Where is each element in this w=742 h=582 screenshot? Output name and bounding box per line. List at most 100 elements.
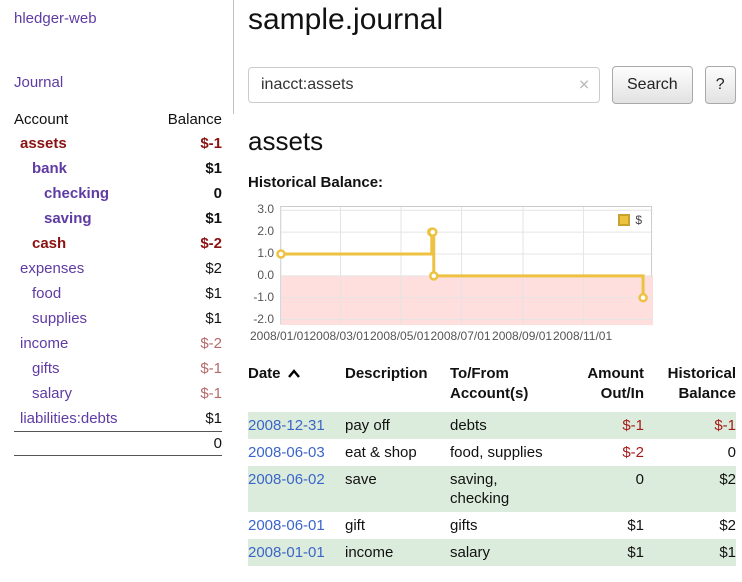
main-content: sample.journal ✕ Search ? assets Histori… bbox=[248, 0, 740, 566]
register-description-cell: save bbox=[345, 466, 450, 512]
x-tick-label: 2008/07/01 bbox=[430, 329, 492, 343]
chart-plot-area: $ bbox=[280, 206, 652, 324]
date-link[interactable]: 2008-06-01 bbox=[248, 517, 325, 534]
search-input[interactable] bbox=[248, 67, 600, 103]
sidebar-item-journal[interactable]: Journal bbox=[14, 74, 222, 91]
y-tick-label: 3.0 bbox=[248, 202, 274, 216]
y-tick-label: 1.0 bbox=[248, 246, 274, 260]
date-link[interactable]: 2008-06-03 bbox=[248, 444, 325, 461]
register-date-cell: 2008-01-01 bbox=[248, 539, 345, 566]
account-link-salary[interactable]: salary bbox=[32, 381, 72, 406]
y-tick-label: -1.0 bbox=[248, 290, 274, 304]
register-body: 2008-12-31pay offdebts$-1$-1 2008-06-03 ea… bbox=[248, 412, 736, 566]
account-balance: $-1 bbox=[200, 381, 222, 406]
register-accounts-cell: salary bbox=[450, 539, 560, 566]
account-link-income[interactable]: income bbox=[20, 331, 68, 356]
search-field-wrap: ✕ bbox=[248, 67, 600, 103]
legend-swatch-icon bbox=[618, 214, 630, 226]
date-link[interactable]: 2008-01-01 bbox=[248, 544, 325, 561]
register-amount-cell: $1 bbox=[560, 539, 644, 566]
account-balance: $-2 bbox=[200, 231, 222, 256]
accounts-header-account: Account bbox=[14, 109, 68, 131]
account-row: bank $1 bbox=[14, 156, 222, 181]
account-balance: $-1 bbox=[200, 131, 222, 156]
account-link-gifts[interactable]: gifts bbox=[32, 356, 60, 381]
register-amount-cell: 0 bbox=[560, 466, 644, 512]
register-description-cell: income bbox=[345, 539, 450, 566]
account-balance: $1 bbox=[205, 406, 222, 431]
account-row: cash $-2 bbox=[14, 231, 222, 256]
account-tree: assets $-1 bank $1 checking 0 saving $1 cash $-2 e… bbox=[14, 131, 222, 431]
account-balance: $1 bbox=[205, 281, 222, 306]
chart-title: Historical Balance: bbox=[248, 174, 740, 192]
sidebar-divider bbox=[233, 0, 234, 114]
register-row: 2008-12-31pay offdebts$-1$-1 bbox=[248, 412, 736, 439]
y-tick-label: -2.0 bbox=[248, 312, 274, 326]
y-tick-label: 0.0 bbox=[248, 268, 274, 282]
chart-legend: $ bbox=[615, 212, 645, 228]
register-row: 2008-06-03 eat & shopfood, supplies$-20 bbox=[248, 439, 736, 466]
account-link-assets[interactable]: assets bbox=[20, 131, 67, 156]
account-balance: $-1 bbox=[200, 356, 222, 381]
search-bar: ✕ Search ? bbox=[248, 66, 740, 104]
account-link-saving[interactable]: saving bbox=[44, 206, 92, 231]
register-date-cell: 2008-12-31 bbox=[248, 412, 345, 439]
account-balance: $1 bbox=[205, 156, 222, 181]
column-header-accounts: To/From Account(s) bbox=[450, 364, 560, 412]
account-balance: $1 bbox=[205, 206, 222, 231]
clear-search-icon[interactable]: ✕ bbox=[578, 77, 590, 94]
register-row: 2008-01-01incomesalary$1$1 bbox=[248, 539, 736, 566]
account-heading: assets bbox=[248, 126, 740, 156]
account-row: liabilities:debts $1 bbox=[14, 406, 222, 431]
help-button[interactable]: ? bbox=[705, 66, 736, 104]
register-date-cell: 2008-06-02 bbox=[248, 466, 345, 512]
account-row: food $1 bbox=[14, 281, 222, 306]
register-header-row: Date Description To/From Account(s) Amou… bbox=[248, 364, 736, 412]
column-header-balance: Historical Balance bbox=[644, 364, 736, 412]
accounts-header: Account Balance bbox=[14, 109, 222, 131]
search-button[interactable]: Search bbox=[612, 66, 693, 104]
account-link-bank[interactable]: bank bbox=[32, 156, 67, 181]
balance-chart: $ 3.02.01.00.0-1.0-2.02008/01/012008/03/… bbox=[248, 204, 688, 346]
account-link-food[interactable]: food bbox=[32, 281, 61, 306]
register-balance-cell: 0 bbox=[644, 439, 736, 466]
x-tick-label: 2008/05/01 bbox=[369, 329, 431, 343]
register-amount-cell: $-1 bbox=[560, 412, 644, 439]
account-balance: $1 bbox=[205, 306, 222, 331]
register-amount-cell: $1 bbox=[560, 512, 644, 539]
register-accounts-cell: food, supplies bbox=[450, 439, 560, 466]
date-link[interactable]: 2008-12-31 bbox=[248, 417, 325, 434]
date-header-label: Date bbox=[248, 365, 281, 382]
account-link-expenses[interactable]: expenses bbox=[20, 256, 84, 281]
date-link[interactable]: 2008-06-02 bbox=[248, 471, 325, 488]
register-balance-cell: $2 bbox=[644, 466, 736, 512]
register-date-cell: 2008-06-01 bbox=[248, 512, 345, 539]
account-balance: 0 bbox=[214, 181, 222, 206]
account-row: income$-2 bbox=[14, 331, 222, 356]
y-tick-label: 2.0 bbox=[248, 224, 274, 238]
x-tick-label: 2008/09/01 bbox=[491, 329, 553, 343]
x-tick-label: 2008/03/01 bbox=[308, 329, 370, 343]
account-balance: $2 bbox=[205, 256, 222, 281]
account-link-checking[interactable]: checking bbox=[44, 181, 109, 206]
register-description-cell: eat & shop bbox=[345, 439, 450, 466]
register-amount-cell: $-2 bbox=[560, 439, 644, 466]
register-accounts-cell: gifts bbox=[450, 512, 560, 539]
accounts-header-balance: Balance bbox=[168, 109, 222, 131]
column-header-description: Description bbox=[345, 364, 450, 412]
sidebar: hledger-web Journal Account Balance asse… bbox=[0, 0, 233, 456]
account-link-liabilities-debts[interactable]: liabilities:debts bbox=[20, 406, 118, 431]
account-link-supplies[interactable]: supplies bbox=[32, 306, 87, 331]
register-balance-cell: $-1 bbox=[644, 412, 736, 439]
account-row: supplies $1 bbox=[14, 306, 222, 331]
account-row: assets $-1 bbox=[14, 131, 222, 156]
app-title-link[interactable]: hledger-web bbox=[14, 10, 97, 27]
page-title: sample.journal bbox=[248, 2, 740, 38]
sort-ascending-icon bbox=[287, 369, 301, 379]
column-header-date[interactable]: Date bbox=[248, 364, 345, 412]
register-balance-cell: $2 bbox=[644, 512, 736, 539]
register-row: 2008-06-02savesaving, checking0$2 bbox=[248, 466, 736, 512]
account-row: salary $-1 bbox=[14, 381, 222, 406]
register-date-cell: 2008-06-03 bbox=[248, 439, 345, 466]
account-link-cash[interactable]: cash bbox=[32, 231, 66, 256]
